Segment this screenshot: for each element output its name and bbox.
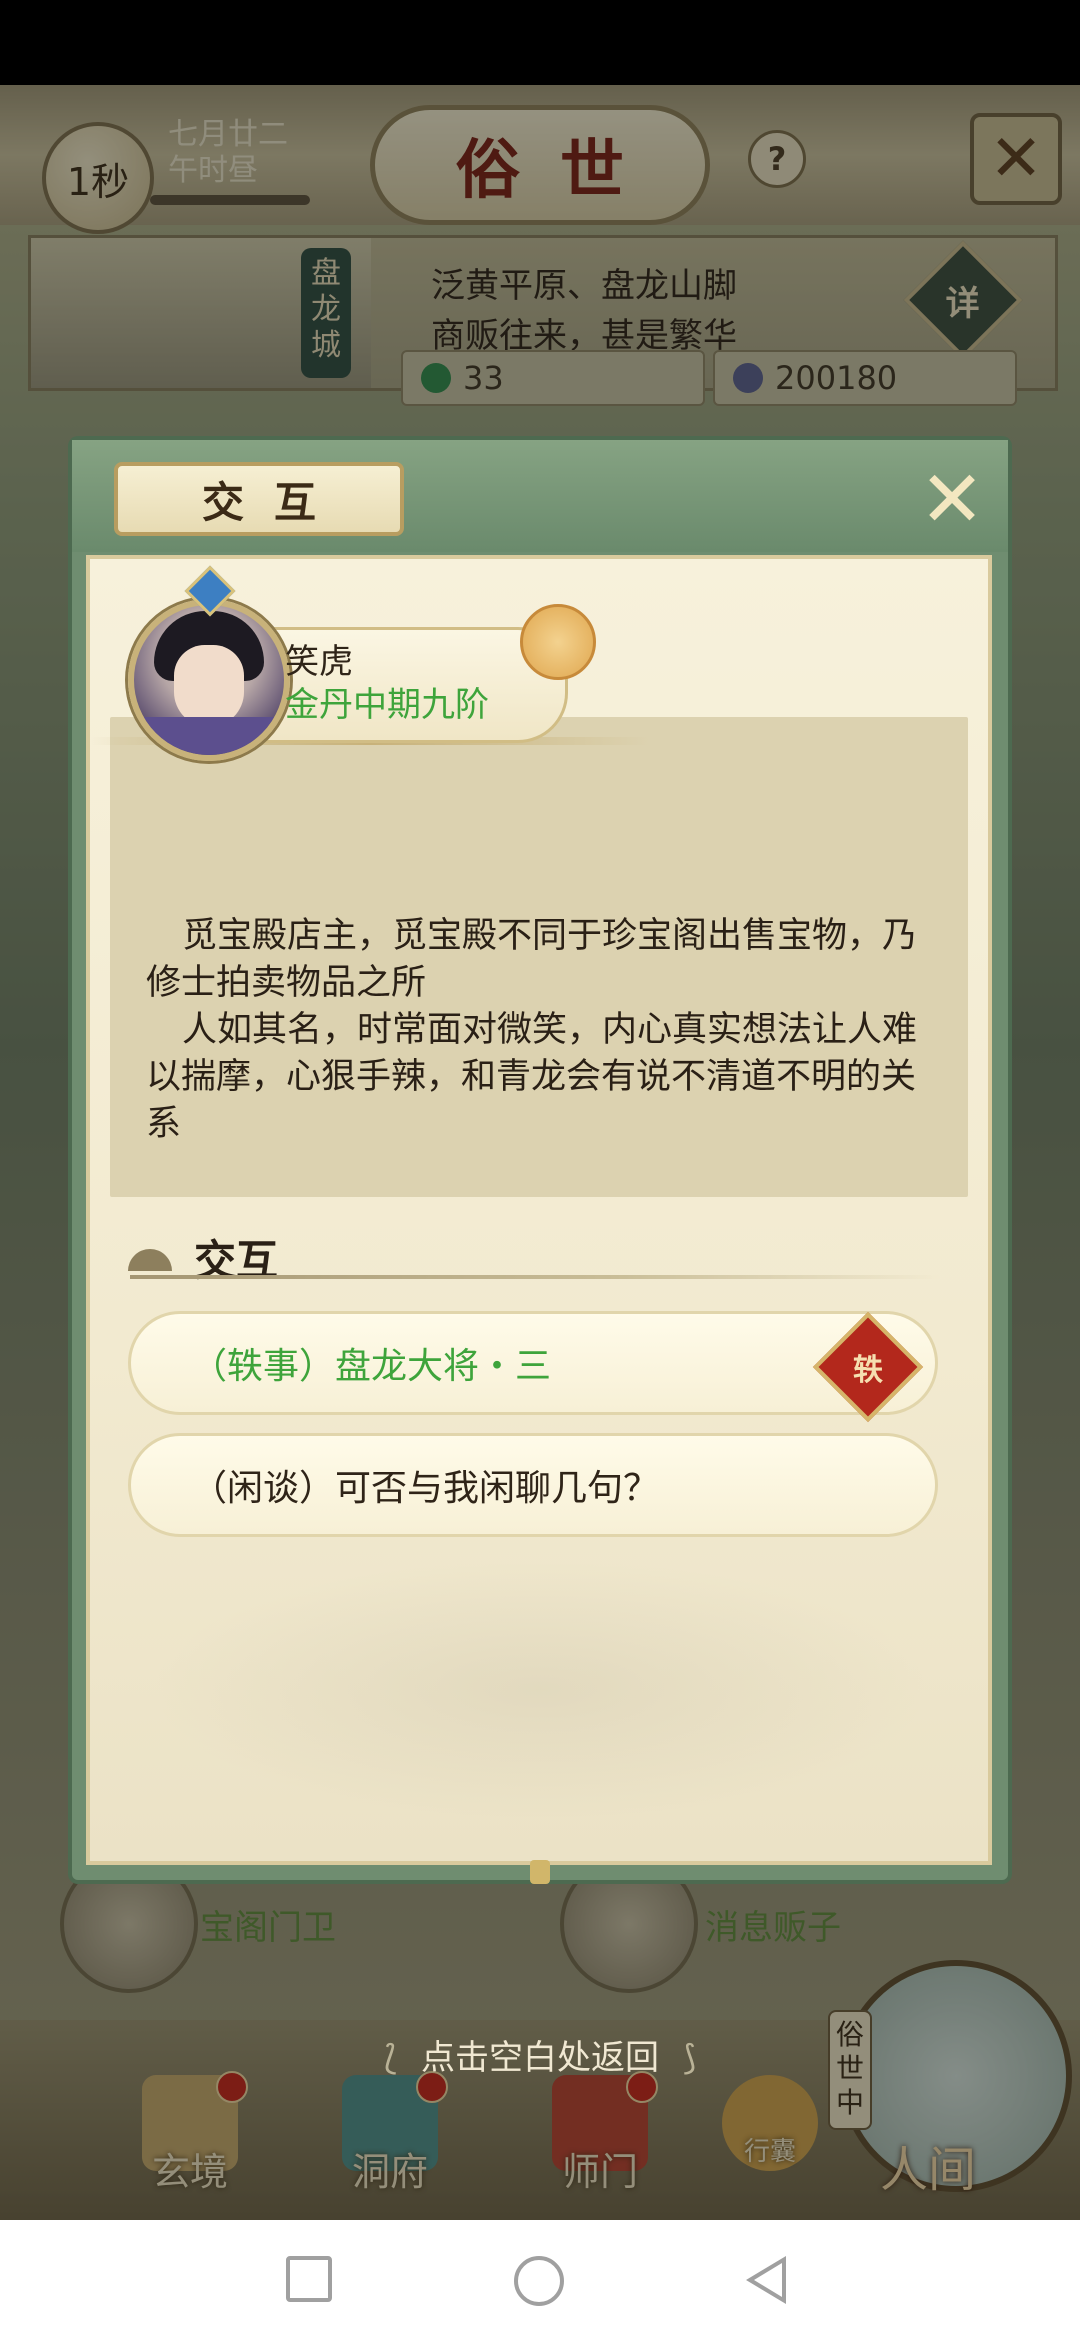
option-chat-label: （闲谈）可否与我闲聊几句？ xyxy=(191,1468,660,1509)
return-hint-text: 点击空白处返回 xyxy=(421,2038,659,2078)
dialog-close-button[interactable]: ✕ xyxy=(914,455,990,545)
character-name: 笑虎 xyxy=(285,642,353,682)
option-chat[interactable]: （闲谈）可否与我闲聊几句？ xyxy=(128,1433,938,1537)
option-anecdote-label: （轶事）盘龙大将・三 xyxy=(191,1346,552,1387)
anecdote-badge-label: 轶 xyxy=(853,1353,883,1388)
close-icon: ✕ xyxy=(919,455,985,545)
section-divider xyxy=(130,1275,940,1279)
home-icon[interactable] xyxy=(514,2256,564,2306)
right-swirl-icon: ⟆ xyxy=(683,2038,697,2078)
return-hint[interactable]: ⟅ 点击空白处返回 ⟆ xyxy=(0,2030,1080,2079)
back-icon[interactable] xyxy=(746,2256,786,2304)
cloud-icon xyxy=(128,1249,172,1271)
mountain-mist-decoration xyxy=(150,1559,930,1819)
dialog-body: 觅宝殿店主，觅宝殿不同于珍宝阁出售宝物，乃修士拍卖物品之所 人如其名，时常面对微… xyxy=(86,555,992,1865)
dialog-title: 交互 xyxy=(114,462,404,536)
interaction-dialog: 交互 ✕ 觅宝殿店主，觅宝殿不同于珍宝阁出售宝物，乃修士拍卖物品之所 人如其名，… xyxy=(72,440,1008,1884)
description-paragraph-1: 觅宝殿店主，觅宝殿不同于珍宝阁出售宝物，乃修士拍卖物品之所 xyxy=(146,916,918,1003)
description-paragraph-2: 人如其名，时常面对微笑，内心真实想法让人难以揣摩，心狠手辣，和青龙会有说不清道不… xyxy=(146,1010,918,1144)
flower-icon xyxy=(520,604,596,680)
character-realm: 金丹中期九阶 xyxy=(285,685,489,725)
option-anecdote[interactable]: （轶事）盘龙大将・三 轶 xyxy=(128,1311,938,1423)
character-avatar xyxy=(128,599,290,761)
description-box: 觅宝殿店主，觅宝殿不同于珍宝阁出售宝物，乃修士拍卖物品之所 人如其名，时常面对微… xyxy=(110,717,968,1197)
recent-apps-icon[interactable] xyxy=(286,2256,332,2302)
anecdote-badge: 轶 xyxy=(812,1311,924,1423)
dialog-pin-decoration xyxy=(530,1860,550,1884)
system-nav-bar xyxy=(0,2220,1080,2340)
left-swirl-icon: ⟅ xyxy=(383,2038,397,2078)
